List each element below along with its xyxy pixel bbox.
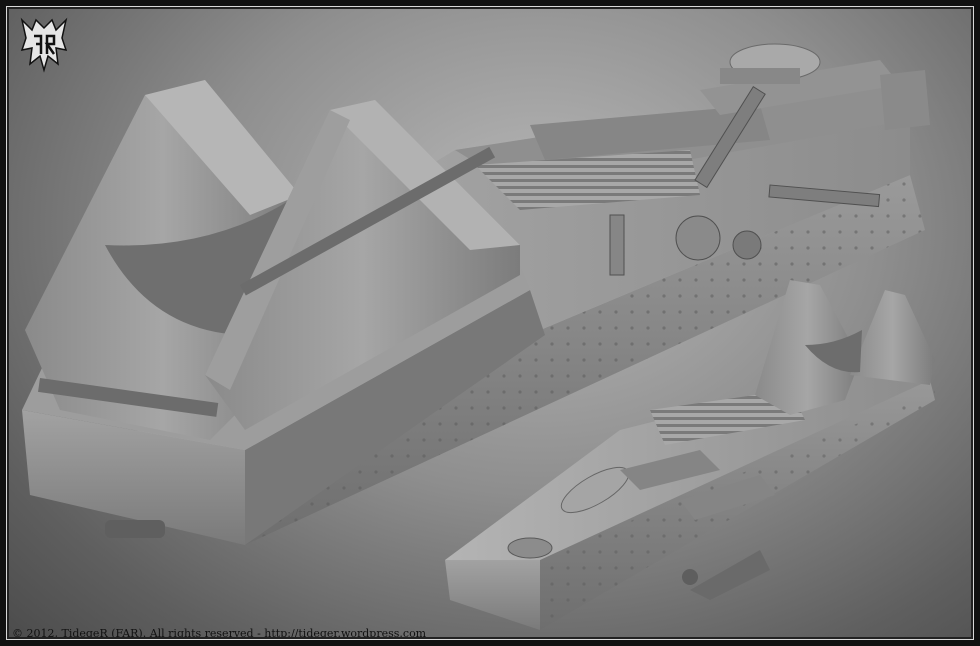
copyright-notice: © 2012, TidegeR (FAR). All rights reserv…	[12, 627, 427, 640]
far-monogram-logo-icon	[20, 17, 68, 73]
render-scene	[22, 43, 935, 630]
render-frame: © 2012, TidegeR (FAR). All rights reserv…	[0, 0, 980, 646]
